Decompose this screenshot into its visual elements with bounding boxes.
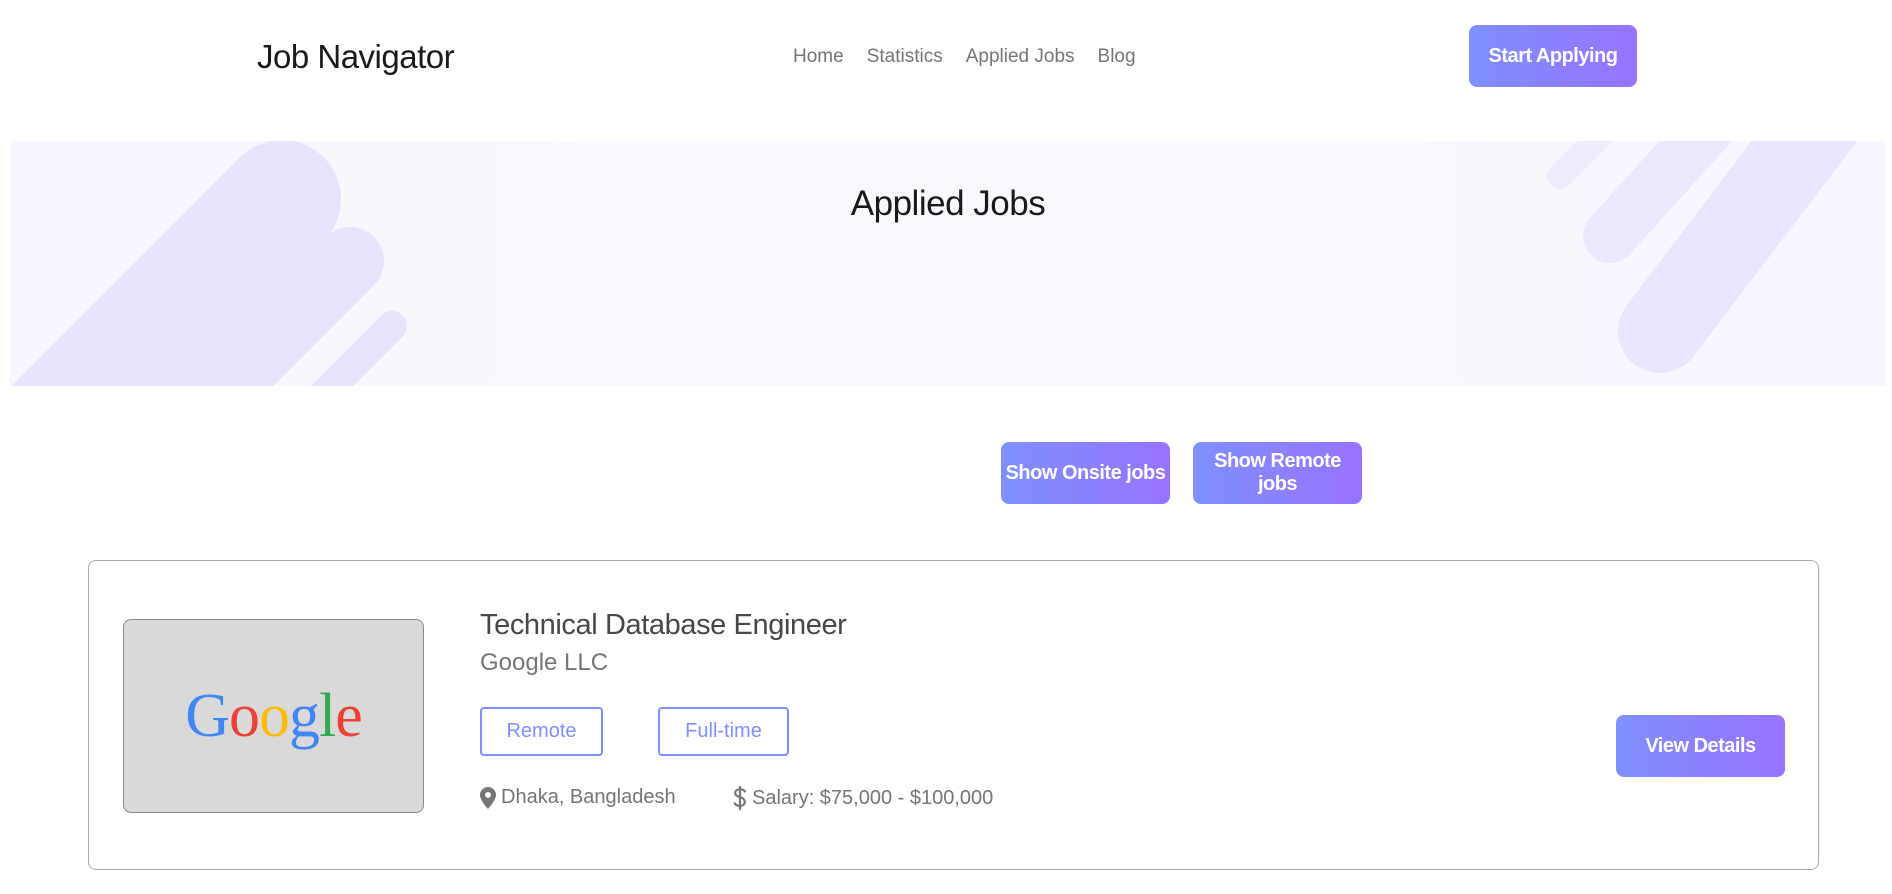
show-remote-jobs-button[interactable]: Show Remote jobs [1193, 442, 1362, 504]
nav-statistics[interactable]: Statistics [867, 46, 943, 68]
page-title: Applied Jobs [850, 184, 1046, 223]
tag-full-time: Full-time [658, 707, 789, 756]
google-logo-text: Google [185, 681, 363, 750]
job-location: Dhaka, Bangladesh [480, 786, 676, 809]
map-pin-icon [480, 786, 496, 809]
main-nav: Home Statistics Applied Jobs Blog [793, 46, 1136, 68]
show-onsite-jobs-button[interactable]: Show Onsite jobs [1001, 442, 1170, 504]
job-filters: Show Onsite jobs Show Remote jobs [1001, 442, 1362, 504]
brand-logo[interactable]: Job Navigator [257, 38, 455, 76]
nav-home[interactable]: Home [793, 46, 844, 68]
site-header: Job Navigator Home Statistics Applied Jo… [0, 0, 1892, 114]
job-title: Technical Database Engineer [480, 609, 847, 641]
tag-remote: Remote [480, 707, 603, 756]
page-banner: Applied Jobs [10, 141, 1886, 386]
company-logo: Google [123, 619, 424, 813]
job-card: Google Technical Database Engineer Googl… [88, 560, 1819, 870]
nav-blog[interactable]: Blog [1098, 46, 1136, 68]
nav-applied-jobs[interactable]: Applied Jobs [966, 46, 1075, 68]
dollar-icon [733, 786, 747, 810]
view-details-button[interactable]: View Details [1616, 715, 1785, 777]
company-name: Google LLC [480, 649, 609, 676]
job-salary: Salary: $75,000 - $100,000 [733, 786, 993, 810]
banner-decoration [11, 141, 1858, 386]
start-applying-button[interactable]: Start Applying [1469, 25, 1637, 87]
salary-text: Salary: $75,000 - $100,000 [752, 786, 994, 809]
location-text: Dhaka, Bangladesh [501, 786, 676, 808]
